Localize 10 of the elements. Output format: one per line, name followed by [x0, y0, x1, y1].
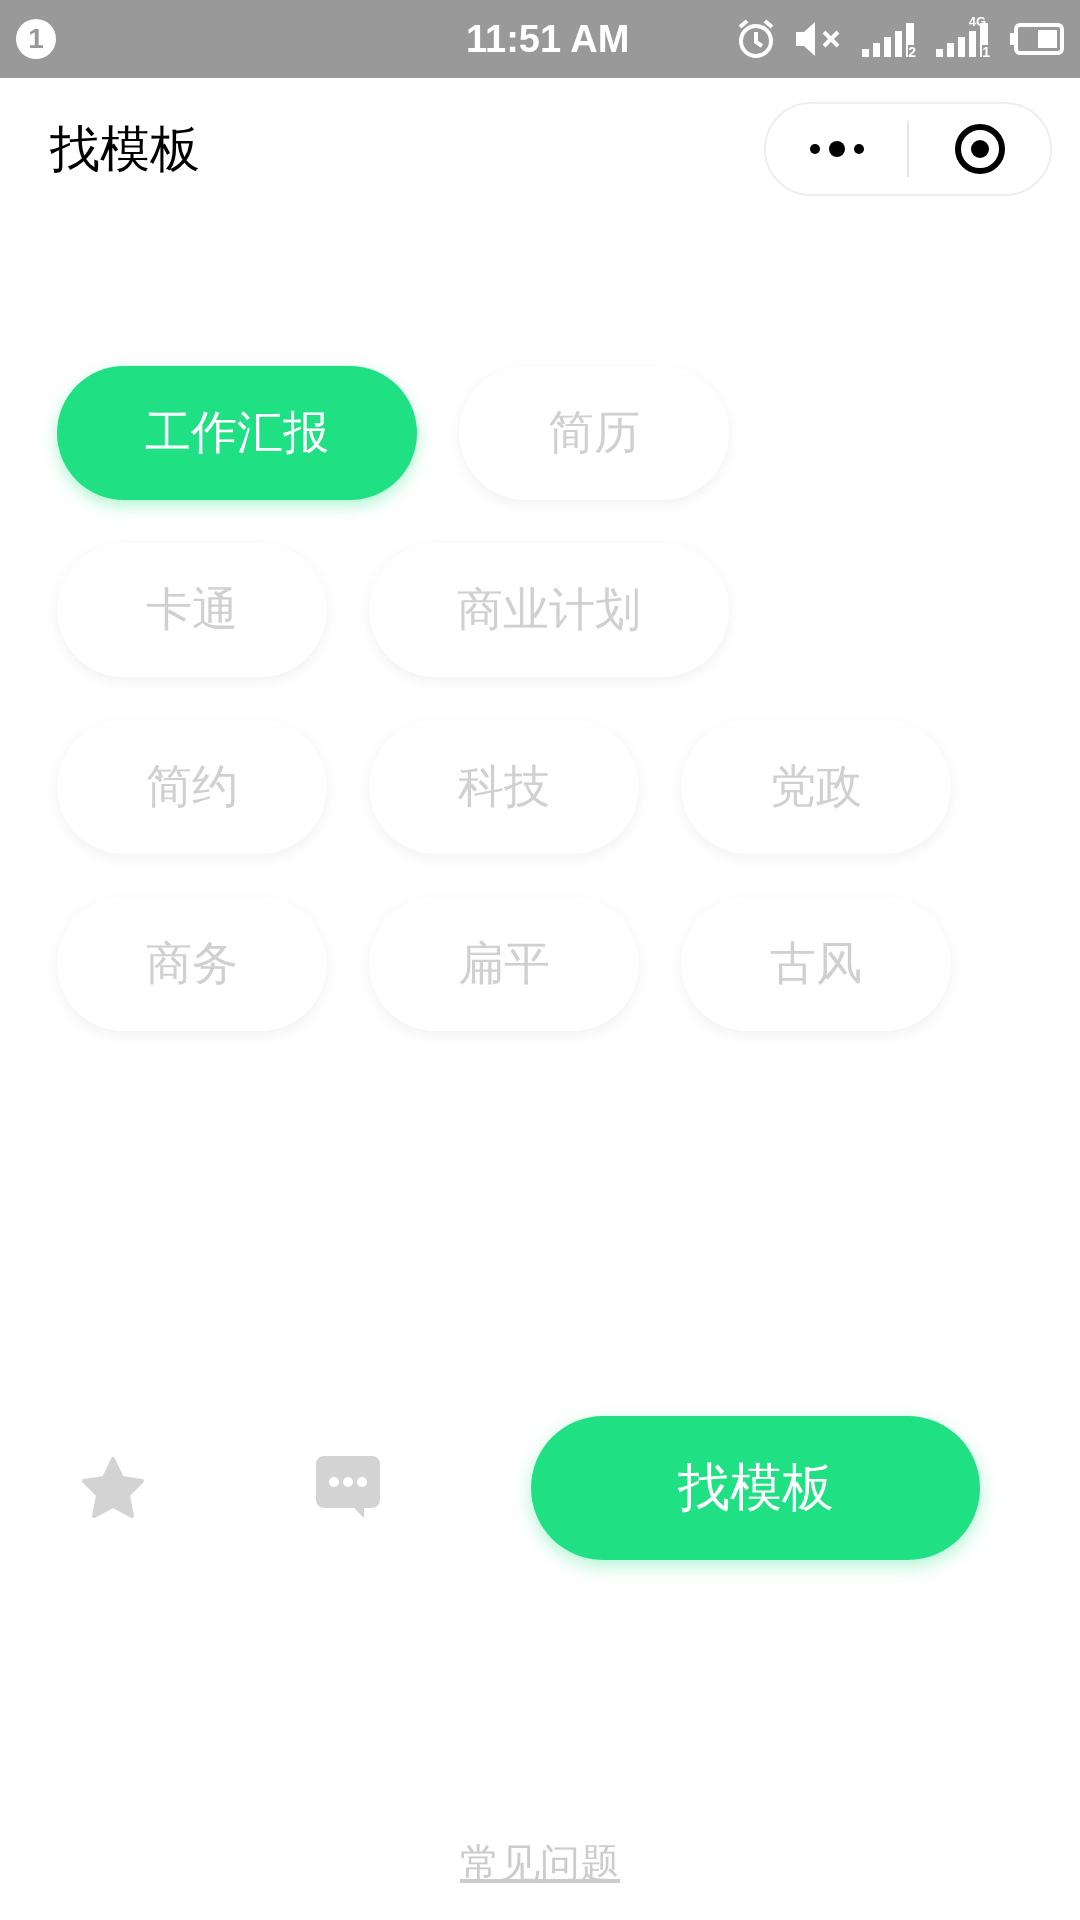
find-template-button[interactable]: 找模板: [531, 1416, 980, 1560]
category-chip[interactable]: 工作汇报: [57, 366, 417, 500]
notification-badge: 1: [16, 19, 56, 59]
alarm-icon: [736, 18, 776, 60]
more-icon: [808, 141, 865, 157]
page-title: 找模板: [50, 118, 200, 180]
clock: 11:51 AM: [466, 17, 631, 61]
target-icon: [953, 123, 1006, 175]
battery-icon: [1010, 23, 1064, 55]
star-icon[interactable]: [80, 1456, 146, 1520]
